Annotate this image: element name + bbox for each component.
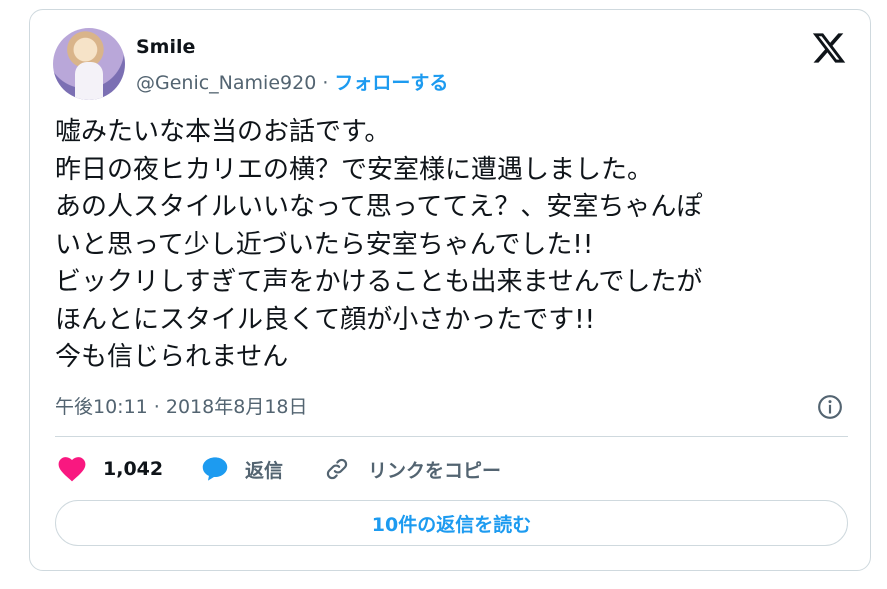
avatar[interactable]	[53, 28, 125, 100]
copy-link-button[interactable]: リンクをコピー	[324, 452, 501, 486]
reply-label: 返信	[245, 459, 284, 482]
info-icon[interactable]	[817, 394, 843, 420]
follow-button[interactable]: フォローする	[334, 72, 448, 94]
tweet-text-line: ビックリしすぎて声をかけることも出来ませんでしたが	[55, 267, 703, 297]
tweet-text-line: ほんとにスタイル良くて顔が小さかったです!!	[55, 304, 596, 335]
author-handle[interactable]: @Genic_Namie920	[136, 72, 316, 94]
tweet-text-line: 嘘みたいな本当のお話です。	[55, 117, 391, 147]
divider	[55, 436, 848, 437]
author-handle-row: @Genic_Namie920 · フォローする	[136, 68, 448, 95]
tweet-text-line: 昨日の夜ヒカリエの横？で安室様に遭遇しました。	[55, 154, 654, 185]
copy-link-label: リンクをコピー	[368, 459, 502, 482]
tweet-text-line: 今も信じられません	[55, 342, 289, 372]
tweet-text-line: あの人スタイルいいなって思っててえ？、安室ちゃんぽ	[55, 192, 703, 222]
x-logo-icon[interactable]	[811, 30, 847, 66]
link-icon	[326, 458, 348, 480]
heart-icon	[58, 457, 86, 482]
tweet-text-line: いと思って少し近づいたら安室ちゃんでした!!	[55, 229, 594, 260]
tweet-text: 嘘みたいな本当のお話です。 昨日の夜ヒカリエの横？で安室様に遭遇しました。 あの…	[55, 114, 855, 377]
reply-bubble-icon	[202, 457, 228, 481]
author-display-name[interactable]: Smile	[136, 36, 195, 58]
read-replies-label: 10件の返信を読む	[371, 513, 532, 536]
handle-separator: ·	[322, 72, 329, 94]
tweet-timestamp[interactable]: 午後10:11 · 2018年8月18日	[55, 392, 308, 419]
read-replies-button[interactable]: 10件の返信を読む	[55, 500, 848, 546]
like-count: 1,042	[103, 458, 164, 480]
reply-button[interactable]: 返信	[201, 452, 283, 486]
like-button[interactable]: 1,042	[58, 452, 163, 486]
